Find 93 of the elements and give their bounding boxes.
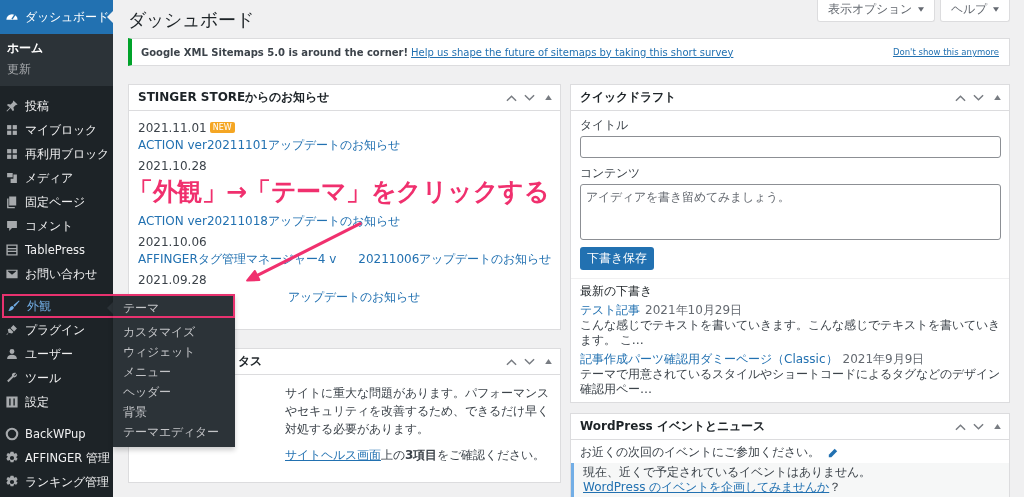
page-title: ダッシュボード [128,8,254,32]
wrench-icon [5,371,19,385]
sidebar-item[interactable]: BackWPup [0,422,113,446]
health-instruction: サイトヘルス画面上の3項目をご確認ください。 [285,447,547,464]
panel-title: タス [238,353,262,370]
triangle-icon[interactable] [545,95,552,100]
submenu-item[interactable]: ホーム [0,38,113,59]
pencil-icon[interactable] [828,447,838,458]
title-input-field[interactable] [580,136,1001,158]
sidebar-item[interactable]: ダッシュボード [0,0,113,34]
grid-icon [5,123,19,137]
sidebar-item[interactable]: 投稿 [0,94,113,118]
triangle-icon[interactable] [994,95,1001,100]
table-icon [5,243,19,257]
site-health-link[interactable]: サイトヘルス画面 [285,448,381,462]
plug-icon [5,323,19,337]
gear-icon [5,475,19,489]
caret-icon [993,7,999,12]
dropdown-button[interactable]: ヘルプ [940,0,1010,22]
flyout-menu-item[interactable]: 背景 [113,402,235,422]
news-date: 2021.09.28 [138,272,207,287]
news-link[interactable]: 20211006アップデートのお知らせ [358,252,552,267]
flyout-menu-item[interactable]: メニュー [113,362,235,382]
panel-title: WordPress イベントとニュース [580,418,765,435]
pages-icon [5,195,19,209]
sidebar-item[interactable]: お問い合わせ [0,262,113,286]
chevron-down-icon[interactable] [524,93,535,102]
flyout-menu-item[interactable]: カスタマイズ [113,322,235,342]
draft-excerpt: こんな感じでテキストを書いていきます。こんな感じでテキストを書いていきます。 こ… [580,318,1000,348]
chevron-up-icon[interactable] [955,422,966,431]
dropdown-button[interactable]: 表示オプション [817,0,935,22]
chevron-down-icon[interactable] [973,422,984,431]
news-date: 2021.10.06 [138,234,207,249]
sidebar-item[interactable]: プラグイン [0,318,113,342]
sidebar-item[interactable]: マイブロック [0,118,113,142]
submenu-item[interactable]: 更新 [0,59,113,80]
sidebar-item[interactable]: メディア [0,166,113,190]
sidebar-item[interactable]: 外観 [2,294,113,318]
sidebar-item[interactable]: 再利用ブロック [0,142,113,166]
grid-icon [5,147,19,161]
event-link[interactable]: WordPress のイベントを企画してみませんか [583,480,830,494]
flyout-menu-item[interactable]: テーマ [113,294,235,318]
chevron-up-icon[interactable] [955,93,966,102]
draft-date: 2021年9月9日 [842,352,925,367]
news-link[interactable]: ACTION ver20211101アップデートのお知らせ [138,138,400,153]
events-intro: お近くの次回のイベントにご参加ください。 [580,445,820,460]
sidebar-item[interactable]: TablePress [0,238,113,262]
news-link[interactable]: アップデートのお知らせ [288,290,420,305]
annotation-text: 「外観」→「テーマ」をクリックする [128,176,550,208]
health-message: サイトに重大な問題があります。パフォーマンスやセキュリティを改善するため、できるだけ早く対処する必要があります。 [285,385,550,438]
flyout-menu-item[interactable]: テーマエディター [113,422,235,442]
sidebar-item[interactable]: ツール [0,366,113,390]
survey-link[interactable]: Help us shape the future of sitemaps by taking this short survey [411,46,734,58]
draft-link[interactable]: 記事作成パーツ確認用ダミーページ（Classic） [580,352,838,367]
chevron-up-icon[interactable] [506,357,517,366]
draft-link[interactable]: テスト記事 [580,303,640,318]
notice-text: Google XML Sitemaps 5.0 is around the corner! [141,46,409,58]
panel-title: クイックドラフト [580,89,676,106]
sidebar-item[interactable]: 設定 [0,390,113,414]
draft-date: 2021年10月29日 [645,303,743,318]
flyout-menu-item[interactable]: ヘッダー [113,382,235,402]
section-heading: 最新の下書き [580,284,653,299]
chevron-down-icon[interactable] [524,357,535,366]
triangle-icon[interactable] [994,424,1001,429]
brush-icon [7,299,21,313]
news-date: 2021.10.28 [138,158,207,173]
dismiss-link[interactable]: Don't show this anymore [892,47,999,57]
field-label: コンテンツ [580,166,641,181]
draft-excerpt: テーマで用意されているスタイルやショートコードによるタグなどのデザイン確認用ペー… [580,367,1000,397]
sliders-icon [5,395,19,409]
content-text-area[interactable]: アイディアを書き留めてみましょう。 [580,184,1001,240]
sidebar-item[interactable]: ランキング管理 [0,470,113,494]
gear-icon [5,451,19,465]
sidebar-item[interactable]: 固定ページ [0,190,113,214]
save-draft-button[interactable]: 下書き保存 [580,247,654,270]
media-icon [5,171,19,185]
news-date: 2021.11.01 [138,120,207,135]
chevron-up-icon[interactable] [506,93,517,102]
sidebar-item[interactable]: ユーザー [0,342,113,366]
sidebar-item[interactable]: コメント [0,214,113,238]
mail-icon [5,267,19,281]
chevron-down-icon[interactable] [973,93,984,102]
sidebar-item[interactable]: AFFINGER 管理 [0,446,113,470]
field-label: タイトル [580,118,629,133]
panel-title: STINGER STOREからのお知らせ [138,89,330,106]
user-icon [5,347,19,361]
flyout-menu-item[interactable]: ウィジェット [113,342,235,362]
new-badge: NEW [209,122,235,133]
pin-icon [5,99,19,113]
events-notice-text: 現在、近くで予定されているイベントはありません。 WordPress のイベントを企画してみませんか？ [583,465,872,495]
triangle-icon[interactable] [545,359,552,364]
caret-icon [918,7,924,12]
bubble-icon [5,219,19,233]
